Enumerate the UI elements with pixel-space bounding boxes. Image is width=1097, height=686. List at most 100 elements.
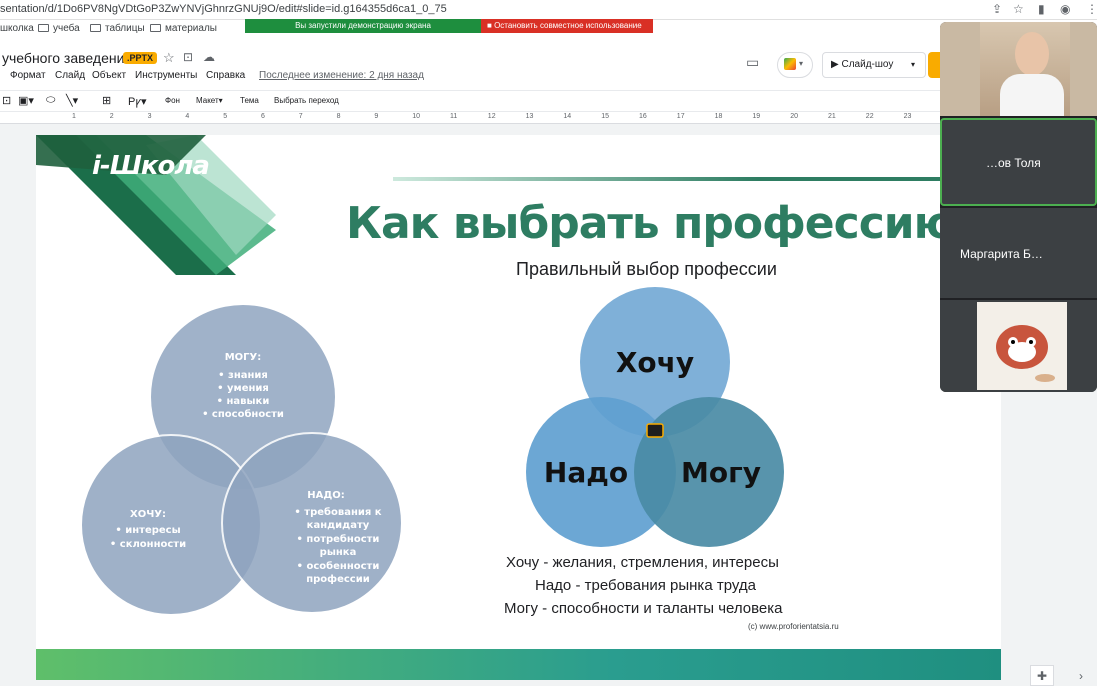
layout-button[interactable]: Макет▾ (196, 96, 223, 105)
comments-icon[interactable]: ▭ (746, 54, 759, 71)
shape-icon[interactable]: ⬭ (46, 94, 55, 107)
bookmark-item[interactable]: таблицы (90, 23, 145, 34)
menu-icon[interactable]: ⋮ (1086, 2, 1097, 16)
ruler: 1 2 3 4 5 6 7 8 9 10 11 12 13 14 15 16 17 18 19 20 21 22 23 (0, 112, 940, 124)
image-icon[interactable]: ▣▾ (18, 94, 34, 107)
chevron-right-icon[interactable]: › (1079, 669, 1083, 683)
paint-format-icon[interactable]: Pꝩ▾ (128, 94, 147, 109)
legend-line-mogu: Могу - способности и таланты человека (504, 600, 783, 617)
menu-object[interactable]: Объект (92, 70, 126, 81)
ruler-tick-label: 3 (147, 113, 152, 120)
venn-label-hochu: ХОЧУ: (130, 509, 166, 520)
share-icon[interactable]: ⇪ (992, 2, 1002, 16)
star-icon[interactable]: ☆ (163, 50, 175, 66)
footer-band (36, 649, 1001, 680)
slide-subtitle[interactable]: Правильный выбор профессии (516, 259, 777, 280)
transition-button[interactable]: Выбрать переход (274, 96, 339, 105)
svg-text:• умения: • умения (217, 383, 269, 394)
star-icon[interactable]: ☆ (1013, 2, 1024, 16)
ruler-tick-label: 9 (374, 113, 379, 120)
editing-toolbar: ⊡ ▣▾ ⬭ ╲▾ ⊞ Pꝩ▾ Фон Макет▾ Тема Выбрать … (0, 90, 1097, 112)
profile-avatar[interactable]: ◉ (1060, 2, 1070, 16)
ruler-tick-label: 6 (261, 113, 265, 120)
venn-label-mogu: МОГУ: (225, 352, 262, 363)
address-bar[interactable]: sentation/d/1Do6PV8NgVDtGoP3ZwYNVjGhnrzG… (0, 0, 1097, 20)
textbox-icon[interactable]: ⊡ (2, 94, 11, 107)
ruler-tick-label: 18 (714, 113, 723, 120)
svg-text:• склонности: • склонности (110, 539, 186, 550)
svg-text:• требования к: • требования к (294, 506, 381, 518)
screen-share-banner: Вы запустили демонстрацию экрана (245, 19, 481, 33)
move-folder-icon[interactable]: ⊡ (183, 50, 193, 64)
menu-tools[interactable]: Инструменты (135, 70, 197, 81)
ruler-tick-label: 11 (450, 113, 458, 120)
chevron-down-icon[interactable]: ▾ (911, 53, 915, 77)
participant-name: Маргарита Б… (960, 247, 1043, 261)
ruler-tick-label: 19 (752, 113, 761, 120)
right-venn-diagram[interactable]: Хочу Надо Могу (521, 287, 791, 557)
svg-text:кандидату: кандидату (307, 520, 370, 531)
background-button[interactable]: Фон (165, 96, 180, 105)
add-comment-icon[interactable]: ⊞ (102, 94, 111, 107)
left-venn-diagram[interactable]: МОГУ: • знания • умения • навыки • спосо… (76, 305, 416, 625)
venn-label-nado: Надо (544, 456, 628, 489)
stop-sharing-button[interactable]: ■ Остановить совместное использование (481, 19, 653, 33)
legend-line-nado: Надо - требования рынка труда (535, 577, 756, 594)
ruler-tick-label: 4 (185, 113, 190, 120)
menu-help[interactable]: Справка (206, 70, 245, 81)
meet-button[interactable]: ▾ (777, 52, 813, 78)
bookmark-item[interactable]: материалы (150, 23, 217, 34)
sidebar-icon[interactable]: ▮ (1038, 2, 1045, 16)
line-icon[interactable]: ╲▾ (66, 94, 78, 107)
plus-icon: ✚ (1037, 669, 1048, 683)
share-button[interactable] (928, 52, 940, 78)
ruler-tick-label: 2 (109, 113, 114, 120)
venn-label-nado: НАДО: (307, 490, 345, 501)
ruler-tick-label: 10 (412, 113, 420, 120)
participant-tile[interactable]: Маргарита Б… (940, 208, 1097, 298)
slide-canvas[interactable]: i-Школа Как выбрать профессию Правильный… (36, 135, 1001, 680)
theme-button[interactable]: Тема (240, 96, 259, 105)
ruler-tick-label: 5 (223, 113, 228, 120)
svg-text:профессии: профессии (306, 573, 370, 585)
bookmark-item[interactable]: учеба (38, 23, 80, 34)
document-title[interactable]: учебного заведения (2, 50, 132, 66)
source-credit: (c) www.proforientatsia.ru (748, 622, 839, 631)
play-icon: ▶ (831, 59, 839, 70)
logo: i-Школа (92, 151, 210, 181)
bookmark-item[interactable]: школка (0, 23, 34, 34)
menu-format[interactable]: Формат (10, 70, 46, 81)
speaker-notes-button[interactable]: ✚ (1030, 665, 1054, 686)
menu-slide[interactable]: Слайд (55, 70, 85, 81)
svg-text:рынка: рынка (320, 547, 357, 558)
svg-text:• навыки: • навыки (217, 396, 270, 407)
ruler-tick-label: 22 (865, 113, 874, 120)
title-divider (393, 177, 1001, 181)
url-text[interactable]: sentation/d/1Do6PV8NgVDtGoP3ZwYNVjGhnrzG… (0, 3, 447, 15)
svg-text:• интересы: • интересы (115, 525, 180, 536)
ruler-tick-label: 8 (336, 113, 341, 120)
cloud-status-icon: ☁ (203, 50, 215, 64)
participant-tile[interactable] (940, 22, 1097, 116)
ruler-tick-label: 13 (525, 113, 534, 120)
slide-title[interactable]: Как выбрать профессию (346, 198, 956, 249)
svg-text:• знания: • знания (218, 370, 268, 381)
meet-participants-panel: …ов Толя Маргарита Б… (940, 22, 1097, 392)
avatar (1015, 32, 1049, 76)
venn-label-mogu: Могу (681, 456, 761, 489)
last-edit-link[interactable]: Последнее изменение: 2 дня назад (259, 70, 424, 81)
ruler-tick-label: 21 (828, 113, 836, 120)
participant-tile[interactable]: …ов Толя (940, 118, 1097, 206)
file-type-badge: .PPTX (123, 52, 158, 64)
folder-icon (38, 24, 49, 32)
ruler-tick-label: 14 (563, 113, 572, 120)
participant-name: …ов Толя (986, 156, 1041, 170)
venn-label-hochu: Хочу (616, 346, 694, 379)
ruler-tick-label: 23 (903, 113, 912, 120)
slides-header: учебного заведения .PPTX ☆ ⊡ ☁ Формат Сл… (0, 40, 1097, 90)
ruler-tick-label: 17 (676, 113, 685, 120)
svg-text:• потребности: • потребности (297, 533, 380, 545)
participant-tile[interactable] (940, 300, 1097, 392)
ruler-tick-label: 15 (601, 113, 609, 120)
slideshow-button[interactable]: ▶ Слайд-шоу ▾ (822, 52, 926, 78)
